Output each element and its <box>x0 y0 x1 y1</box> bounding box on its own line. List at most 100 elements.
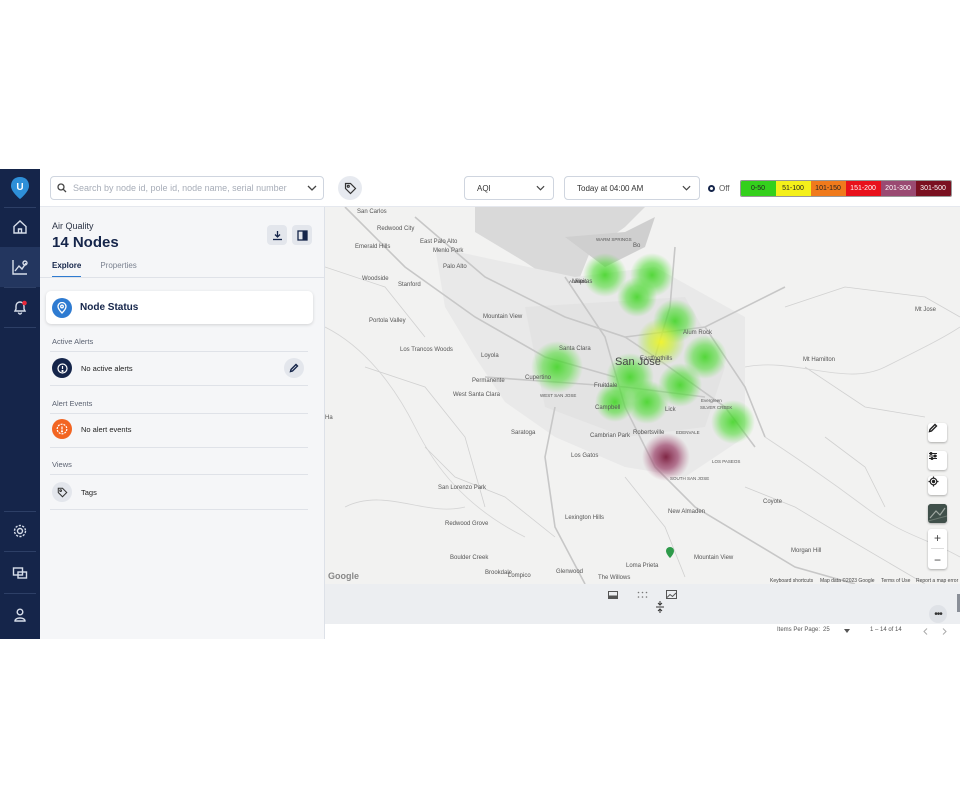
map-place-label: Permanente <box>472 378 505 384</box>
settings-gear-icon[interactable] <box>0 511 40 551</box>
active-alerts-row: No active alerts <box>52 358 304 378</box>
location-pin-icon <box>52 297 72 318</box>
alert-events-heading: Alert Events <box>52 399 93 408</box>
zoom-control: + − <box>928 529 947 569</box>
resize-handle-icon[interactable] <box>655 601 665 613</box>
app: U Search by node id, pole id, node name,… <box>0 169 960 639</box>
map-place-label: Portola Valley <box>369 318 406 324</box>
legend-band: 51-100 <box>775 180 811 196</box>
alert-events-row: No alert events <box>52 419 131 439</box>
metric-select[interactable]: AQI <box>464 176 554 200</box>
caret-down-icon[interactable] <box>844 629 850 633</box>
search-icon <box>57 183 67 193</box>
alerts-bell-icon[interactable] <box>0 287 40 327</box>
views-tags-label: Tags <box>81 487 97 497</box>
map-place-label: Lompico <box>508 573 531 579</box>
map-place-label: WARM SPRINGS <box>596 237 632 242</box>
draw-tool-button[interactable] <box>928 423 947 442</box>
page-range: 1 – 14 of 14 <box>870 627 902 633</box>
brand-logo[interactable]: U <box>0 169 40 207</box>
zoom-out-button[interactable]: − <box>934 553 941 567</box>
explore-panel: Air Quality 14 Nodes Explore Properties … <box>40 207 325 639</box>
map-place-label: San Lorenzo Park <box>438 485 487 491</box>
devices-icon[interactable] <box>0 553 40 593</box>
map-place-label: Stanford <box>398 282 421 288</box>
legend-band: 0-50 <box>740 180 776 196</box>
map-place-label: EDENVALE <box>676 430 700 435</box>
map-place-label: SOUTH SAN JOSE <box>670 476 709 481</box>
layout-split-icon[interactable] <box>608 591 618 599</box>
tab-explore[interactable]: Explore <box>52 261 82 278</box>
user-profile-icon[interactable] <box>0 595 40 635</box>
map-place-label: Morgan Hill <box>791 548 821 554</box>
alert-event-icon <box>52 419 72 439</box>
more-options-button[interactable]: ••• <box>929 605 947 623</box>
map-place-label: Loma Prieta <box>626 563 659 569</box>
panel-toggle-icon <box>296 229 308 241</box>
map-place-label: Mt Hamilton <box>803 357 835 363</box>
map-place-label: East Palo Alto <box>420 239 458 245</box>
panel-title: 14 Nodes <box>52 234 119 251</box>
map-place-label: Santa Clara <box>559 346 591 352</box>
map-place-label: Loyola <box>481 353 499 359</box>
layout-grid-icon[interactable] <box>637 591 648 599</box>
map-view[interactable]: San Carlos Redwood City Emerald Hills East … <box>325 207 960 584</box>
map-place-label: The Willows <box>598 575 630 581</box>
metric-select-value: AQI <box>477 183 491 193</box>
satellite-icon <box>928 504 947 523</box>
download-button[interactable] <box>267 225 287 245</box>
prev-page-icon[interactable] <box>923 628 928 635</box>
map-place-label: Mt Jose <box>915 307 937 313</box>
items-per-page-select[interactable]: 25 <box>823 627 830 633</box>
map-place-label: West Santa Clara <box>453 392 501 398</box>
top-bar: AQI Today at 04:00 AM Off 0-5051-100101-… <box>40 169 960 207</box>
tag-icon <box>52 482 72 502</box>
search-input[interactable] <box>73 183 301 193</box>
map-place-label: Evergreen <box>701 398 722 403</box>
nav-rail: U <box>0 169 40 639</box>
views-tags-row[interactable]: Tags <box>52 482 97 502</box>
home-icon[interactable] <box>0 207 40 247</box>
alert-events-text: No alert events <box>81 424 132 434</box>
logo-letter: U <box>16 182 23 193</box>
views-heading: Views <box>52 460 72 469</box>
map-place-label: New Almaden <box>668 509 705 515</box>
satellite-toggle-button[interactable] <box>928 504 947 523</box>
map-place-label: Ha <box>325 415 333 421</box>
download-icon <box>272 230 282 240</box>
crosshair-icon <box>928 476 939 487</box>
locate-me-button[interactable] <box>928 476 947 495</box>
search-box[interactable] <box>50 176 324 200</box>
sliders-icon <box>929 452 937 460</box>
map-filter-button[interactable] <box>928 451 947 470</box>
next-page-icon[interactable] <box>942 628 947 635</box>
node-status-label: Node Status <box>80 302 139 313</box>
chevron-down-icon <box>536 185 545 191</box>
tag-filter-button[interactable] <box>338 176 362 200</box>
map-place-label: Coyote <box>763 499 783 505</box>
chevron-down-icon <box>682 185 691 191</box>
map-place-label: Los Trancos Woods <box>400 347 453 353</box>
map-place-label: Boulder Creek <box>450 555 489 561</box>
time-select[interactable]: Today at 04:00 AM <box>564 176 700 200</box>
map-place-label: Cupertino <box>525 375 552 381</box>
map-place-label: San Carlos <box>357 209 387 215</box>
map-place-label: Mountain View <box>694 555 734 561</box>
aqi-color-scale: 0-50 51-100 101-150 151-200 201-300 301-500 <box>739 179 952 197</box>
zoom-in-button[interactable]: + <box>934 531 941 545</box>
map-place-label: Robertsville <box>633 430 665 436</box>
node-status-card[interactable]: Node Status <box>46 291 313 324</box>
legend-off-toggle[interactable]: Off <box>708 184 730 193</box>
pencil-icon <box>289 363 299 373</box>
map-place-label: Eastfoothills <box>640 356 672 362</box>
edit-alerts-button[interactable] <box>284 358 304 378</box>
map-place-label: Emerald Hills <box>355 244 390 250</box>
chevron-down-icon[interactable] <box>307 185 317 191</box>
collapse-panel-button[interactable] <box>292 225 312 245</box>
map-place-label: Mountain View <box>483 314 523 320</box>
map-place-label: Redwood City <box>377 226 414 232</box>
layout-image-icon[interactable] <box>666 590 677 599</box>
google-logo: Google <box>328 571 359 581</box>
tab-properties[interactable]: Properties <box>100 261 136 278</box>
analytics-map-icon[interactable] <box>0 247 40 287</box>
